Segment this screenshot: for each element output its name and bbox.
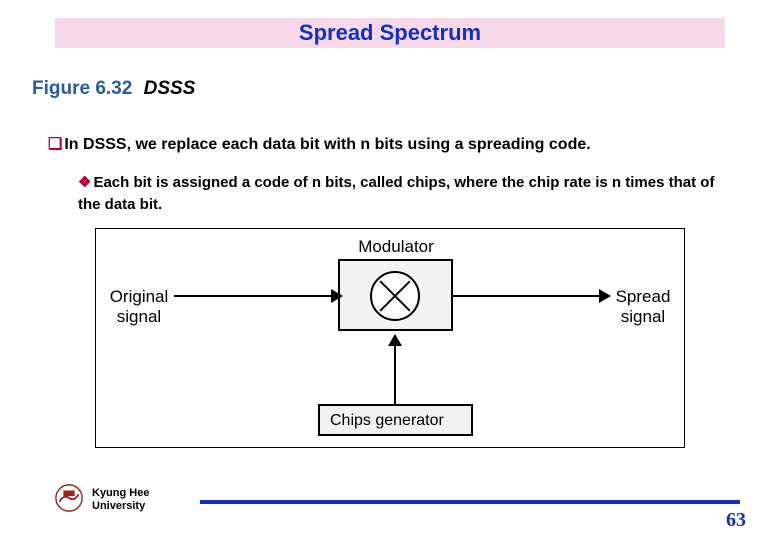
bullet-1-text: In DSSS, we replace each data bit with n…	[64, 136, 590, 153]
label-original-signal-text: Original signal	[110, 287, 169, 326]
university-logo-icon	[54, 483, 84, 513]
figure-label: Figure 6.32	[32, 78, 132, 99]
figure-caption: DSSS	[144, 78, 196, 99]
multiplier-icon	[370, 271, 420, 321]
label-chips-generator: Chips generator	[330, 412, 444, 430]
slide-title-bar: Spread Spectrum	[55, 18, 725, 48]
bullet-level-1: ❑In DSSS, we replace each data bit with …	[48, 134, 750, 154]
line-input	[174, 295, 338, 297]
footer-org-line1: Kyung Hee	[92, 487, 149, 501]
page-number: 63	[726, 509, 746, 532]
footer-divider	[200, 500, 740, 504]
line-output	[453, 295, 606, 297]
label-spread-signal-text: Spread signal	[616, 287, 671, 326]
label-modulator: Modulator	[351, 237, 441, 257]
dsss-diagram: Modulator Original signal Spread signal …	[95, 228, 685, 448]
slide-title: Spread Spectrum	[299, 20, 481, 45]
arrow-right-icon	[599, 289, 611, 303]
footer-org: Kyung Hee University	[92, 487, 149, 515]
label-original-signal: Original signal	[104, 287, 174, 328]
bullet-2-text: Each bit is assigned a code of n bits, c…	[78, 174, 714, 213]
arrow-up-icon	[388, 334, 402, 346]
line-chips-up	[394, 343, 396, 404]
bullet-diamond-icon: ❖	[78, 174, 91, 191]
bullet-level-2: ❖Each bit is assigned a code of n bits, …	[78, 172, 740, 216]
figure-heading: Figure 6.32 DSSS	[32, 78, 195, 100]
arrow-right-icon	[331, 289, 343, 303]
label-spread-signal: Spread signal	[608, 287, 678, 328]
footer-org-line2: University	[92, 500, 149, 514]
bullet-square-icon: ❑	[48, 136, 62, 153]
